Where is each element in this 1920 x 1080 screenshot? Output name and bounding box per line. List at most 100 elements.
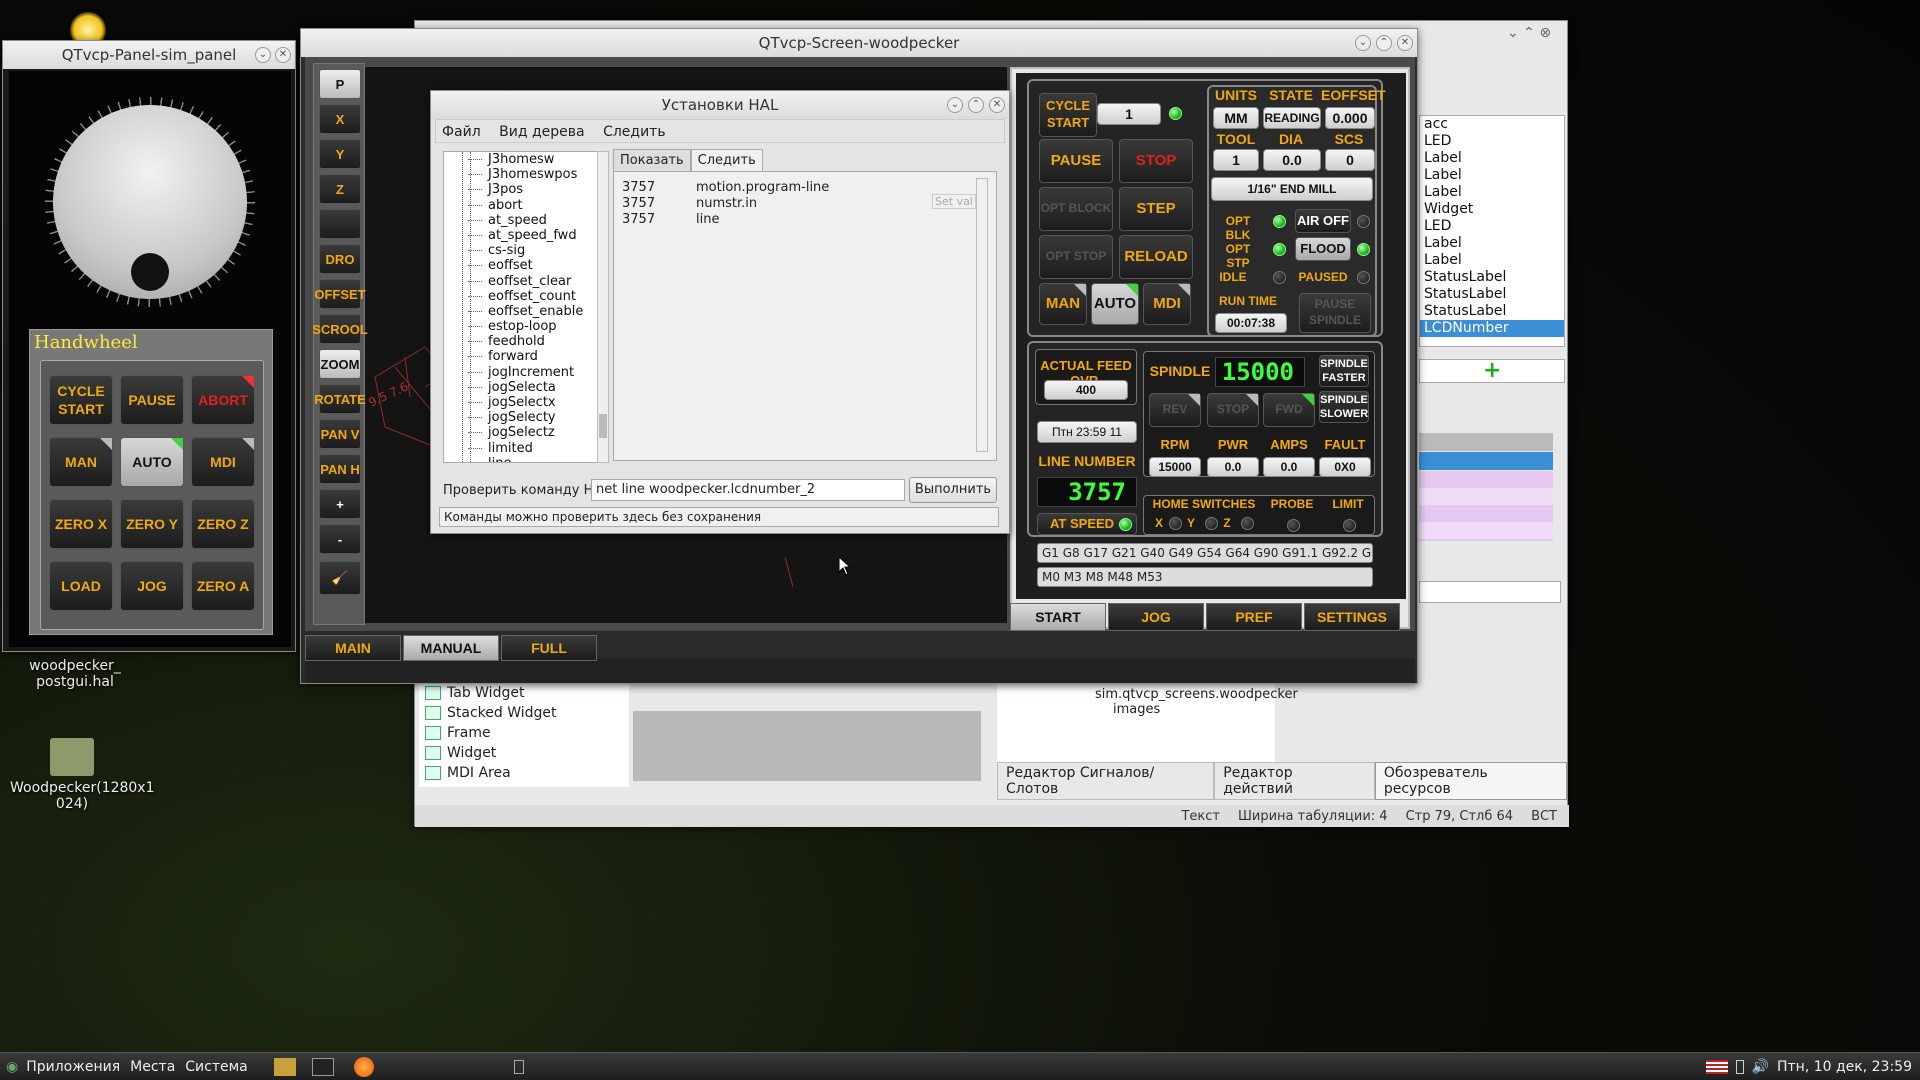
spindle-faster-button[interactable]: SPINDLE FASTER <box>1319 355 1369 387</box>
view-button-+[interactable]: + <box>319 489 361 519</box>
bottom-tab-main[interactable]: MAIN <box>305 635 401 661</box>
resource-tree-child[interactable]: images <box>997 702 1275 717</box>
object-list-item[interactable]: Widget <box>1420 201 1564 218</box>
flood-button[interactable]: FLOOD <box>1295 237 1351 261</box>
widget-box-item[interactable]: Widget <box>419 743 629 763</box>
widget-box-item[interactable]: Frame <box>419 723 629 743</box>
flag-icon[interactable] <box>1705 1059 1728 1074</box>
tree-item[interactable]: J3pos <box>444 182 606 197</box>
object-list-item[interactable]: LED <box>1420 218 1564 235</box>
view-button-zoom[interactable]: ZOOM <box>319 349 361 379</box>
status-tab-width[interactable]: Ширина табуляции: 4 <box>1238 809 1388 824</box>
set-val-button[interactable]: Set val <box>932 194 976 209</box>
window-list-icon[interactable] <box>513 1059 524 1074</box>
cycle-start-button[interactable]: CYCLE START <box>1039 93 1097 137</box>
right-tab-start[interactable]: START <box>1010 603 1106 631</box>
tree-item[interactable]: jogSelectz <box>444 425 606 440</box>
pause-spindle-button[interactable]: PAUSE SPINDLE <box>1299 293 1371 333</box>
menu-icon[interactable]: ◉ <box>6 1059 18 1075</box>
add-icon[interactable]: + <box>1483 360 1501 382</box>
firefox-icon[interactable] <box>353 1056 374 1077</box>
minimize-icon[interactable]: ⌄ <box>255 47 271 63</box>
view-button-y[interactable]: Y <box>319 139 361 169</box>
air-off-button[interactable]: AIR OFF <box>1295 209 1351 233</box>
resource-filter[interactable] <box>1419 581 1561 603</box>
tree-item[interactable]: eoffset_clear <box>444 274 606 289</box>
designer-window-controls[interactable]: ⌄ ⌃ ⊗ <box>1507 25 1551 41</box>
panel-button-load[interactable]: LOAD <box>49 561 113 611</box>
watch-row[interactable]: 3757 line <box>614 212 996 228</box>
taskbar-places[interactable]: Места <box>130 1059 175 1075</box>
launcher-icon[interactable] <box>273 1057 296 1076</box>
object-list-item[interactable]: StatusLabel <box>1420 269 1564 286</box>
tree-item[interactable]: line <box>444 456 606 462</box>
menu-file[interactable]: Файл <box>442 124 481 140</box>
tree-item[interactable]: jogIncrement <box>444 365 606 380</box>
widget-box-item[interactable]: Stacked Widget <box>419 703 629 723</box>
stop-button[interactable]: STOP <box>1119 139 1193 183</box>
tree-item[interactable]: at_speed_fwd <box>444 228 606 243</box>
menu-watch[interactable]: Следить <box>603 124 666 140</box>
close-icon[interactable]: ✕ <box>989 97 1005 113</box>
spindle-fwd-button[interactable]: FWD <box>1263 393 1315 427</box>
desktop-icon-woodpecker[interactable]: Woodpecker(1280x1 024) <box>10 738 155 812</box>
tree-item[interactable]: J3homesw <box>444 152 606 167</box>
close-icon[interactable]: ✕ <box>1397 35 1413 51</box>
opt-block-button[interactable]: OPT BLOCK <box>1039 187 1113 231</box>
tree-item[interactable]: forward <box>444 349 606 364</box>
tree-item[interactable]: abort <box>444 198 606 213</box>
tab-signals-slots[interactable]: Редактор Сигналов/Слотов <box>997 762 1215 800</box>
step-button[interactable]: STEP <box>1119 187 1193 231</box>
right-tab-settings[interactable]: SETTINGS <box>1304 603 1400 631</box>
resource-tree-root[interactable]: sim.qtvcp_screens.woodpecker <box>997 683 1298 702</box>
tab-action-editor[interactable]: Редактор действий <box>1214 762 1375 800</box>
view-button-z[interactable]: Z <box>319 174 361 204</box>
desktop-icon-hal[interactable]: woodpecker_ postgui.hal <box>15 658 135 690</box>
watch-scrollbar[interactable] <box>976 178 988 452</box>
object-list-item[interactable]: Label <box>1420 167 1564 184</box>
tree-item[interactable]: at_speed <box>444 213 606 228</box>
opt-stop-button[interactable]: OPT STOP <box>1039 235 1113 279</box>
reload-button[interactable]: RELOAD <box>1119 235 1193 279</box>
tree-item[interactable]: estop-loop <box>444 319 606 334</box>
tab-watch[interactable]: Следить <box>690 149 763 172</box>
bottom-tab-full[interactable]: FULL <box>501 635 597 661</box>
tree-item[interactable]: jogSelectx <box>444 395 606 410</box>
panel-button-jog[interactable]: JOG <box>120 561 184 611</box>
panel-button-zero-a[interactable]: ZERO A <box>191 561 255 611</box>
bottom-tab-manual[interactable]: MANUAL <box>403 635 499 661</box>
close-icon[interactable]: ✕ <box>275 47 291 63</box>
object-list-item[interactable]: Label <box>1420 252 1564 269</box>
object-list-item[interactable]: LCDNumber <box>1420 320 1564 337</box>
man-button[interactable]: MAN <box>1039 283 1087 325</box>
panel-button-man[interactable]: MAN <box>49 437 113 487</box>
panel-button-cycle-start[interactable]: CYCLE START <box>49 375 113 425</box>
status-mode[interactable]: Текст <box>1181 809 1220 824</box>
view-button-pan-v[interactable]: PAN V <box>319 419 361 449</box>
view-button-p[interactable]: P <box>319 69 361 99</box>
object-list-item[interactable]: StatusLabel <box>1420 286 1564 303</box>
maximize-icon[interactable]: ⌃ <box>968 97 984 113</box>
taskbar-applications[interactable]: Приложения <box>26 1059 120 1075</box>
mdi-button[interactable]: MDI <box>1143 283 1191 325</box>
tab-show[interactable]: Показать <box>613 149 691 172</box>
right-tab-jog[interactable]: JOG <box>1108 603 1204 631</box>
handwheel-knob[interactable] <box>131 253 169 291</box>
menu-tree-view[interactable]: Вид дерева <box>499 124 584 140</box>
minimize-icon[interactable]: ⌄ <box>947 97 963 113</box>
taskbar-system[interactable]: Система <box>185 1059 247 1075</box>
battery-icon[interactable] <box>1735 1059 1744 1074</box>
panel-button-abort[interactable]: ABORT <box>191 375 255 425</box>
object-list-item[interactable]: Label <box>1420 150 1564 167</box>
tree-item[interactable]: limited <box>444 441 606 456</box>
tree-item[interactable]: feedhold <box>444 334 606 349</box>
panel-button-zero-x[interactable]: ZERO X <box>49 499 113 549</box>
volume-icon[interactable]: 🔊 <box>1752 1059 1769 1075</box>
object-list-item[interactable]: Label <box>1420 235 1564 252</box>
widget-box-item[interactable]: Tab Widget <box>419 683 629 703</box>
spindle-rev-button[interactable]: REV <box>1149 393 1201 427</box>
spindle-slower-button[interactable]: SPINDLE SLOWER <box>1319 391 1369 423</box>
minimize-icon[interactable]: ⌄ <box>1355 35 1371 51</box>
right-tab-pref[interactable]: PREF <box>1206 603 1302 631</box>
cycle-count[interactable]: 1 <box>1097 103 1161 125</box>
